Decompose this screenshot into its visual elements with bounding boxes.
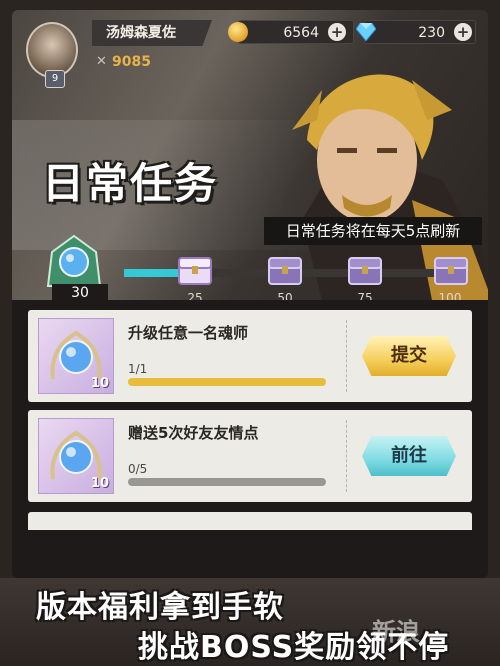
go-button[interactable]: 前往 <box>362 436 456 476</box>
diamond-amount: 230 <box>418 25 445 41</box>
task-progress-fill <box>128 378 326 386</box>
gold-coin-icon <box>228 22 248 42</box>
task-item: 10 赠送5次好友友情点 0/5 前往 <box>28 410 472 502</box>
refresh-notice: 日常任务将在每天5点刷新 <box>264 217 482 245</box>
milestone-chest-icon[interactable] <box>176 254 214 288</box>
task-title: 升级任意一名魂师 <box>128 324 249 342</box>
milestone-chest-icon[interactable] <box>266 254 304 288</box>
task-progress-text: 1/1 <box>128 362 148 376</box>
submit-button[interactable]: 提交 <box>362 336 456 376</box>
task-list: 10 升级任意一名魂师 1/1 提交 10 赠送5次好友友情点 0/5 前往 <box>12 300 488 578</box>
task-item-partial <box>28 512 472 530</box>
reward-item[interactable]: 10 <box>38 418 114 494</box>
reward-count: 10 <box>90 476 109 491</box>
task-progress-text: 0/5 <box>128 462 148 476</box>
crossed-swords-icon: ✕ <box>96 54 107 69</box>
task-item: 10 升级任意一名魂师 1/1 提交 <box>28 310 472 402</box>
combat-power: 9085 <box>112 54 151 70</box>
player-name: 汤姆森夏佐 <box>92 20 212 46</box>
watermark-logo: 新浪 <box>372 618 420 646</box>
page-title: 日常任务 <box>42 159 219 208</box>
avatar-level-badge: 9 <box>45 70 65 88</box>
add-gold-button[interactable]: + <box>328 23 346 41</box>
activity-orb-icon <box>46 234 102 287</box>
task-title: 赠送5次好友友情点 <box>128 424 259 442</box>
diamond-icon <box>356 23 376 41</box>
reward-item[interactable]: 10 <box>38 318 114 394</box>
divider <box>346 320 347 392</box>
top-bar: 9 汤姆森夏佐 ✕ 9085 6564 + 230 + <box>12 10 488 90</box>
gold-amount: 6564 <box>283 25 319 41</box>
reward-count: 10 <box>90 376 109 391</box>
add-diamond-button[interactable]: + <box>454 23 472 41</box>
task-progress-bar <box>128 378 326 386</box>
daily-task-panel: 9 汤姆森夏佐 ✕ 9085 6564 + 230 + 日常任务 日常任务将在每… <box>12 10 488 578</box>
task-progress-bar <box>128 478 326 486</box>
divider <box>346 420 347 492</box>
milestone-chest-icon[interactable] <box>346 254 384 288</box>
promo-line-1: 版本福利拿到手软 <box>36 590 284 625</box>
milestone-chest-icon[interactable] <box>432 254 470 288</box>
